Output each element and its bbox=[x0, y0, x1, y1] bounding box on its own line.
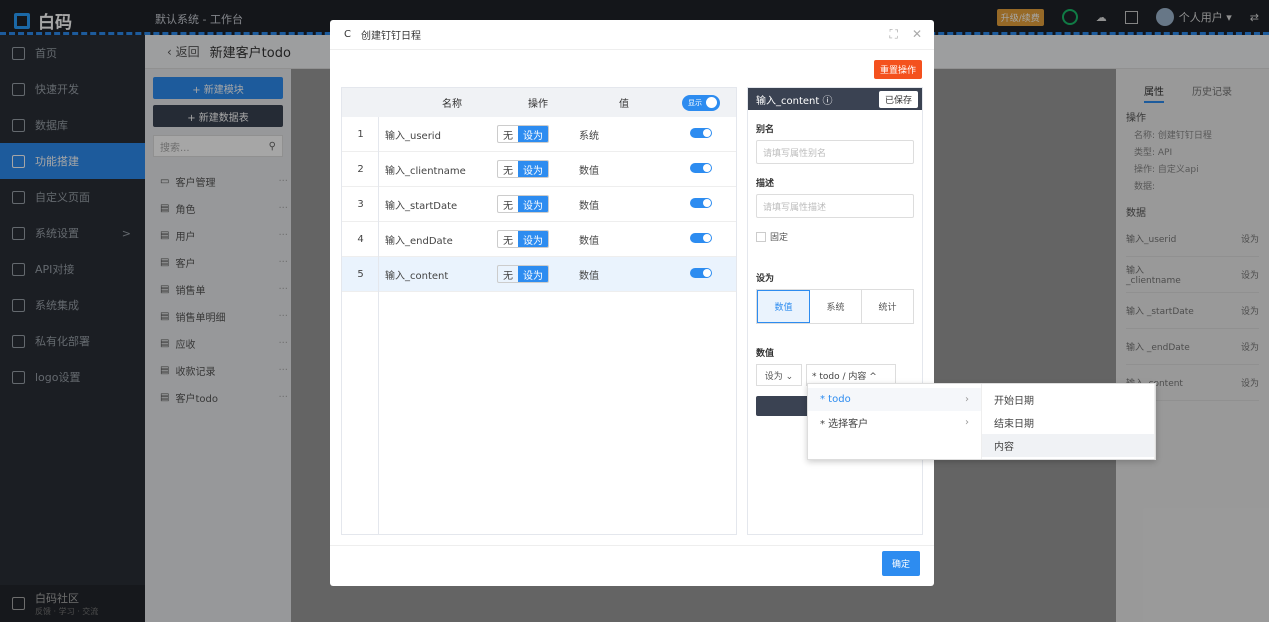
setas-option[interactable]: 统计 bbox=[862, 290, 913, 323]
table-row[interactable]: 4 输入_endDate 无设为 数值 bbox=[342, 222, 736, 257]
param-name: 输入_endDate bbox=[385, 235, 453, 247]
desc-input[interactable]: 请填写属性描述 bbox=[756, 194, 914, 218]
cascade-option-label: * todo bbox=[820, 394, 851, 405]
checkbox-icon bbox=[756, 231, 766, 242]
chevron-right-icon: › bbox=[965, 394, 969, 405]
show-toggle[interactable] bbox=[690, 127, 712, 138]
op-cell: 无设为 bbox=[497, 195, 579, 213]
show-toggle[interactable] bbox=[690, 267, 712, 278]
alias-input[interactable]: 请填写属性别名 bbox=[756, 140, 914, 164]
cascade-option[interactable]: * todo › bbox=[808, 388, 981, 411]
op-segment[interactable]: 无设为 bbox=[497, 125, 549, 143]
op-segment[interactable]: 无设为 bbox=[497, 265, 549, 283]
table-row[interactable]: 1 输入_userid 无设为 系统 bbox=[342, 117, 736, 152]
op-segment[interactable]: 无设为 bbox=[497, 195, 549, 213]
setas-label: 设为 bbox=[756, 274, 775, 284]
property-panel: 输入_content ⓘ 已保存 别名 请填写属性别名 描述 请填写属性描述 固定… bbox=[747, 87, 923, 535]
op-none-option[interactable]: 无 bbox=[498, 126, 518, 142]
setas-option[interactable]: 数值 bbox=[757, 290, 810, 323]
op-none-option[interactable]: 无 bbox=[498, 196, 518, 212]
show-toggle[interactable] bbox=[690, 162, 712, 173]
op-cell: 无设为 bbox=[497, 230, 579, 248]
param-name: 输入_startDate bbox=[385, 200, 458, 212]
param-value: 系统 bbox=[579, 130, 599, 142]
table-row[interactable]: 3 输入_startDate 无设为 数值 bbox=[342, 187, 736, 222]
op-cell: 无设为 bbox=[497, 160, 579, 178]
show-all-toggle[interactable]: 显示 bbox=[682, 94, 720, 111]
op-segment[interactable]: 无设为 bbox=[497, 160, 549, 178]
close-icon[interactable]: ✕ bbox=[912, 27, 922, 42]
row-index: 3 bbox=[357, 198, 364, 210]
op-cell: 无设为 bbox=[497, 125, 579, 143]
op-setas-option[interactable]: 设为 bbox=[518, 161, 548, 177]
show-cell bbox=[669, 232, 733, 246]
param-name: 输入_content bbox=[385, 270, 449, 282]
value-label: 数值 bbox=[756, 349, 775, 359]
param-value: 数值 bbox=[579, 165, 599, 177]
cascade-sub-option[interactable]: 内容 bbox=[982, 434, 1154, 457]
cascade-sub-option[interactable]: 开始日期 bbox=[982, 388, 1154, 411]
op-cell: 无设为 bbox=[497, 265, 579, 283]
create-schedule-modal: C 创建钉钉日程 ⛶ ✕ 重置操作 名称 操作 值 显示 1 输入_userid 无设… bbox=[330, 20, 934, 586]
saved-button[interactable]: 已保存 bbox=[878, 90, 918, 108]
param-value: 数值 bbox=[579, 200, 599, 212]
row-index: 5 bbox=[357, 268, 364, 280]
show-cell bbox=[669, 162, 733, 176]
param-value: 数值 bbox=[579, 235, 599, 247]
col-name: 名称 bbox=[442, 99, 462, 110]
param-name: 输入_clientname bbox=[385, 165, 466, 177]
value-type-select[interactable]: 设为 ⌄ bbox=[756, 364, 802, 386]
op-none-option[interactable]: 无 bbox=[498, 231, 518, 247]
op-setas-option[interactable]: 设为 bbox=[518, 126, 548, 142]
cascade-dropdown: * todo › * 选择客户 › 开始日期 结束日期 内容 bbox=[807, 383, 1156, 460]
show-cell bbox=[669, 267, 733, 281]
alias-label: 别名 bbox=[756, 125, 775, 135]
fixed-label: 固定 bbox=[770, 233, 789, 243]
chevron-right-icon: › bbox=[965, 417, 969, 428]
cascade-sub-option[interactable]: 结束日期 bbox=[982, 411, 1154, 434]
row-index: 2 bbox=[357, 163, 364, 175]
fixed-checkbox[interactable]: 固定 bbox=[748, 218, 922, 255]
table-row[interactable]: 2 输入_clientname 无设为 数值 bbox=[342, 152, 736, 187]
row-index: 4 bbox=[357, 233, 364, 245]
param-value: 数值 bbox=[579, 270, 599, 282]
op-none-option[interactable]: 无 bbox=[498, 161, 518, 177]
modal-title: 创建钉钉日程 bbox=[360, 31, 421, 42]
confirm-button[interactable]: 确定 bbox=[881, 551, 920, 576]
op-segment[interactable]: 无设为 bbox=[497, 230, 549, 248]
col-value: 值 bbox=[619, 99, 629, 110]
show-cell bbox=[669, 197, 733, 211]
show-toggle[interactable] bbox=[690, 232, 712, 243]
op-setas-option[interactable]: 设为 bbox=[518, 196, 548, 212]
prop-title: 输入_content ⓘ bbox=[756, 95, 833, 107]
param-name: 输入_userid bbox=[385, 130, 441, 142]
show-cell bbox=[669, 127, 733, 141]
desc-label: 描述 bbox=[756, 179, 775, 189]
refresh-icon[interactable]: C bbox=[344, 29, 351, 40]
op-setas-option[interactable]: 设为 bbox=[518, 266, 548, 282]
op-setas-option[interactable]: 设为 bbox=[518, 231, 548, 247]
setas-option[interactable]: 系统 bbox=[810, 290, 862, 323]
show-label: 显示 bbox=[688, 98, 702, 107]
expand-icon[interactable]: ⛶ bbox=[890, 27, 898, 42]
params-table: 名称 操作 值 显示 1 输入_userid 无设为 系统 2 输入_clientname… bbox=[341, 87, 737, 535]
cascade-option-label: * 选择客户 bbox=[820, 419, 869, 430]
op-none-option[interactable]: 无 bbox=[498, 266, 518, 282]
table-header: 名称 操作 值 显示 bbox=[342, 88, 736, 117]
table-row[interactable]: 5 输入_content 无设为 数值 bbox=[342, 257, 736, 292]
setas-segment: 数值 系统 统计 bbox=[756, 289, 914, 324]
show-toggle[interactable] bbox=[690, 197, 712, 208]
reset-operation-button[interactable]: 重置操作 bbox=[873, 60, 922, 79]
col-op: 操作 bbox=[528, 99, 548, 110]
cascade-option[interactable]: * 选择客户 › bbox=[808, 411, 981, 434]
row-index: 1 bbox=[357, 128, 364, 140]
